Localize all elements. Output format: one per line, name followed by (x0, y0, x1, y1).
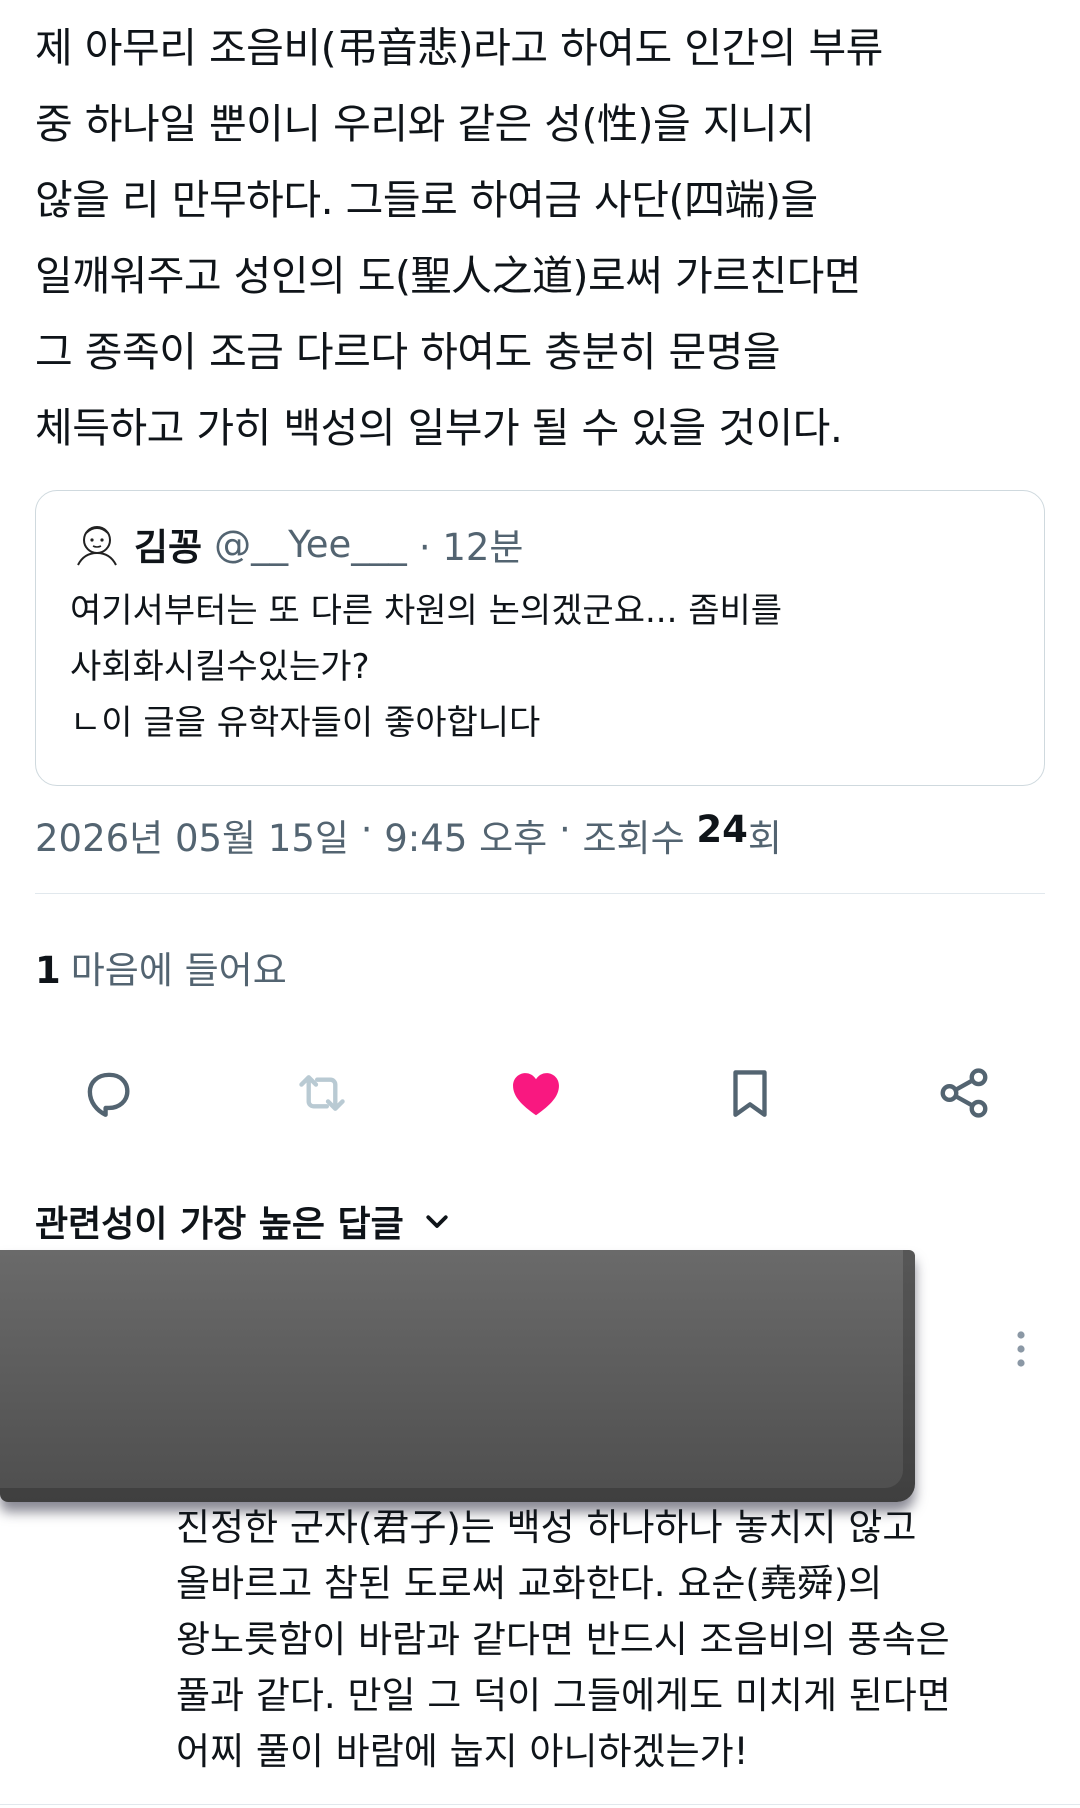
share-button[interactable] (926, 1055, 1002, 1131)
action-bar (0, 1055, 1080, 1135)
likes-count: 1 (35, 949, 61, 992)
tweet-metadata: 2026년 05월 15일 · 9:45 오후 · 조회수 24 회 (35, 808, 782, 862)
likes-summary[interactable]: 1 마음에 들어요 (35, 940, 287, 994)
views-label: 조회수 (582, 817, 697, 860)
sort-label: 관련성이 가장 높은 답글 (35, 1204, 404, 1245)
quoted-tweet-header: 김꽁 @__Yee___ · 12분 (72, 521, 523, 569)
redaction-overlay (0, 1250, 915, 1502)
like-button[interactable] (498, 1055, 574, 1131)
heart-icon (513, 1073, 559, 1116)
retweet-button[interactable] (284, 1055, 360, 1131)
quoted-tweet-text: 여기서부터는 또 다른 차원의 논의겠군요... 좀비를 사회화시킬수있는가? … (70, 591, 783, 743)
quoted-author-handle[interactable]: @__Yee___ (214, 523, 407, 566)
quoted-tweet[interactable]: 김꽁 @__Yee___ · 12분 여기서부터는 또 다른 차원의 논의겠군요… (35, 490, 1045, 786)
reply-icon (87, 1072, 130, 1117)
bookmark-icon (733, 1070, 767, 1117)
tweet-text: 제 아무리 조음비(弔音悲)라고 하여도 인간의 부류 중 하나일 뿐이니 우리… (35, 24, 883, 452)
divider (35, 893, 1045, 894)
divider (0, 1804, 1080, 1805)
replies-sort-dropdown[interactable]: 관련성이 가장 높은 답글 (35, 1195, 452, 1247)
reply-text: 진정한 군자(君子)는 백성 하나하나 놓치지 않고 올바르고 참된 도로써 교… (176, 1506, 951, 1773)
avatar[interactable] (72, 521, 122, 567)
meta-separator: · (348, 808, 385, 851)
more-options-icon[interactable] (1006, 1326, 1036, 1372)
views-suffix: 회 (747, 817, 782, 860)
tweet-time[interactable]: 9:45 오후 (384, 808, 547, 862)
meta-separator: · (547, 808, 583, 851)
reply-button[interactable] (70, 1055, 146, 1131)
likes-label: 마음에 들어요 (70, 949, 287, 992)
quoted-author-name[interactable]: 김꽁 (134, 517, 202, 571)
tweet-date[interactable]: 2026년 05월 15일 (35, 808, 349, 862)
share-icon (940, 1068, 988, 1118)
views-count: 24 (696, 808, 748, 851)
quoted-timestamp[interactable]: · 12분 (419, 517, 524, 571)
chevron-down-icon (426, 1215, 448, 1228)
retweet-icon (299, 1075, 345, 1111)
bookmark-button[interactable] (712, 1055, 788, 1131)
